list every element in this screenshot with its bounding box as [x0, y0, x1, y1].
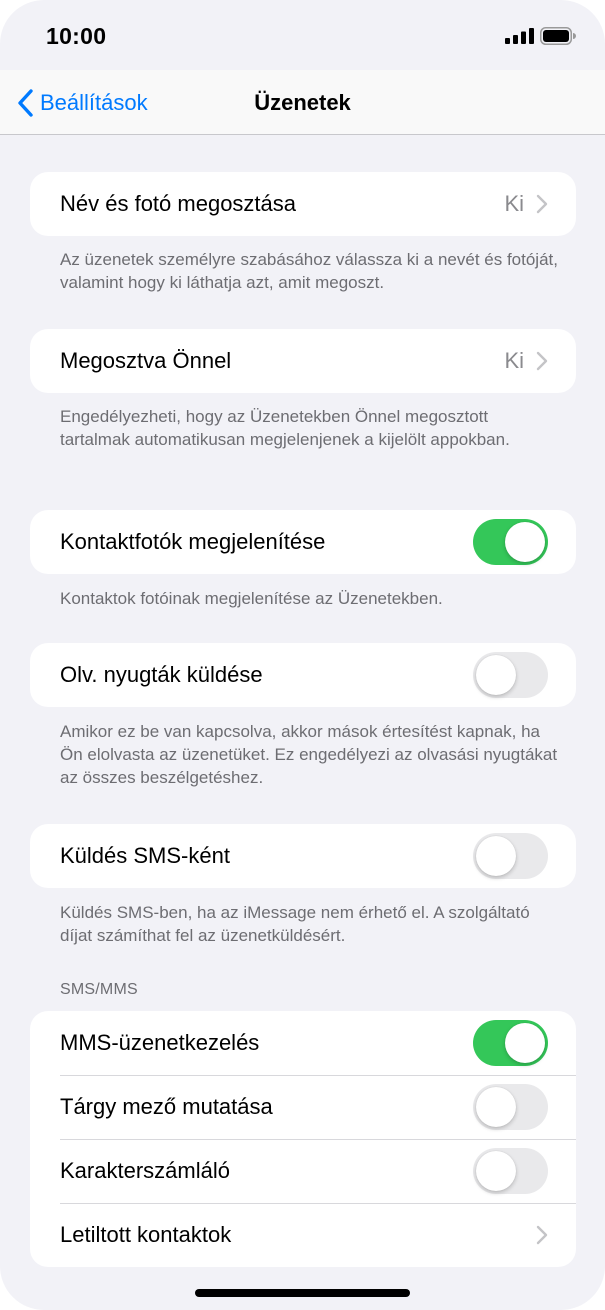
- contact-photos-row: Kontaktfotók megjelenítése: [30, 510, 576, 574]
- share-name-row[interactable]: Név és fotó megosztása Ki: [30, 172, 576, 236]
- send-as-sms-group: Küldés SMS-ként: [30, 824, 576, 888]
- toggle-knob: [476, 655, 516, 695]
- battery-icon: [540, 27, 576, 45]
- character-count-toggle[interactable]: [473, 1148, 548, 1194]
- send-as-sms-row: Küldés SMS-ként: [30, 824, 576, 888]
- status-time: 10:00: [46, 23, 107, 49]
- character-count-row: Karakterszámláló: [30, 1139, 576, 1203]
- share-name-label: Név és fotó megosztása: [60, 191, 297, 216]
- share-name-value: Ki: [504, 191, 524, 216]
- toggle-knob: [505, 522, 545, 562]
- contact-photos-label: Kontaktfotók megjelenítése: [60, 529, 326, 554]
- send-as-sms-label: Küldés SMS-ként: [60, 843, 230, 868]
- toggle-knob: [476, 1151, 516, 1191]
- shared-with-you-group: Megosztva Önnel Ki: [30, 329, 576, 393]
- show-subject-row: Tárgy mező mutatása: [30, 1075, 576, 1139]
- send-as-sms-footer: Küldés SMS-ben, ha az iMessage nem érhet…: [60, 903, 530, 945]
- chevron-right-icon: [536, 351, 548, 371]
- chevron-right-icon: [536, 1225, 548, 1245]
- send-as-sms-toggle[interactable]: [473, 833, 548, 879]
- share-name-footer: Az üzenetek személyre szabásához válassz…: [60, 250, 558, 292]
- toggle-knob: [476, 1087, 516, 1127]
- chevron-right-icon: [536, 194, 548, 214]
- toggle-knob: [476, 836, 516, 876]
- read-receipts-toggle[interactable]: [473, 652, 548, 698]
- status-bar: 10:00: [0, 0, 605, 70]
- home-indicator[interactable]: [195, 1289, 410, 1297]
- navigation-bar: Beállítások Üzenetek: [0, 70, 605, 135]
- shared-with-you-row[interactable]: Megosztva Önnel Ki: [30, 329, 576, 393]
- contact-photos-toggle[interactable]: [473, 519, 548, 565]
- share-name-group: Név és fotó megosztása Ki: [30, 172, 576, 236]
- mms-messaging-toggle[interactable]: [473, 1020, 548, 1066]
- show-subject-toggle[interactable]: [473, 1084, 548, 1130]
- mms-messaging-label: MMS-üzenetkezelés: [60, 1030, 260, 1055]
- toggle-knob: [505, 1023, 545, 1063]
- blocked-contacts-row[interactable]: Letiltott kontaktok: [30, 1203, 576, 1267]
- sms-mms-section-header: SMS/MMS: [60, 981, 138, 998]
- read-receipts-footer: Amikor ez be van kapcsolva, akkor mások …: [60, 722, 558, 787]
- shared-with-you-label: Megosztva Önnel: [60, 348, 232, 373]
- mms-messaging-row: MMS-üzenetkezelés: [30, 1011, 576, 1075]
- character-count-label: Karakterszámláló: [60, 1158, 230, 1183]
- read-receipts-label: Olv. nyugták küldése: [60, 662, 263, 687]
- read-receipts-row: Olv. nyugták küldése: [30, 643, 576, 707]
- blocked-contacts-label: Letiltott kontaktok: [60, 1222, 232, 1247]
- shared-with-you-value: Ki: [504, 348, 524, 373]
- show-subject-label: Tárgy mező mutatása: [60, 1094, 273, 1119]
- page-title: Üzenetek: [0, 90, 605, 116]
- sms-mms-group: MMS-üzenetkezelés Tárgy mező mutatása Ka…: [30, 1011, 576, 1267]
- page-title-text: Üzenetek: [254, 90, 351, 115]
- settings-screen: 10:00 Beállítások Üzenetek Név és fotó m…: [0, 0, 605, 1310]
- contact-photos-footer: Kontaktok fotóinak megjelenítése az Üzen…: [60, 589, 443, 608]
- contact-photos-group: Kontaktfotók megjelenítése: [30, 510, 576, 574]
- cellular-signal-icon: [505, 28, 534, 44]
- read-receipts-group: Olv. nyugták küldése: [30, 643, 576, 707]
- shared-with-you-footer: Engedélyezheti, hogy az Üzenetekben Önne…: [60, 407, 510, 449]
